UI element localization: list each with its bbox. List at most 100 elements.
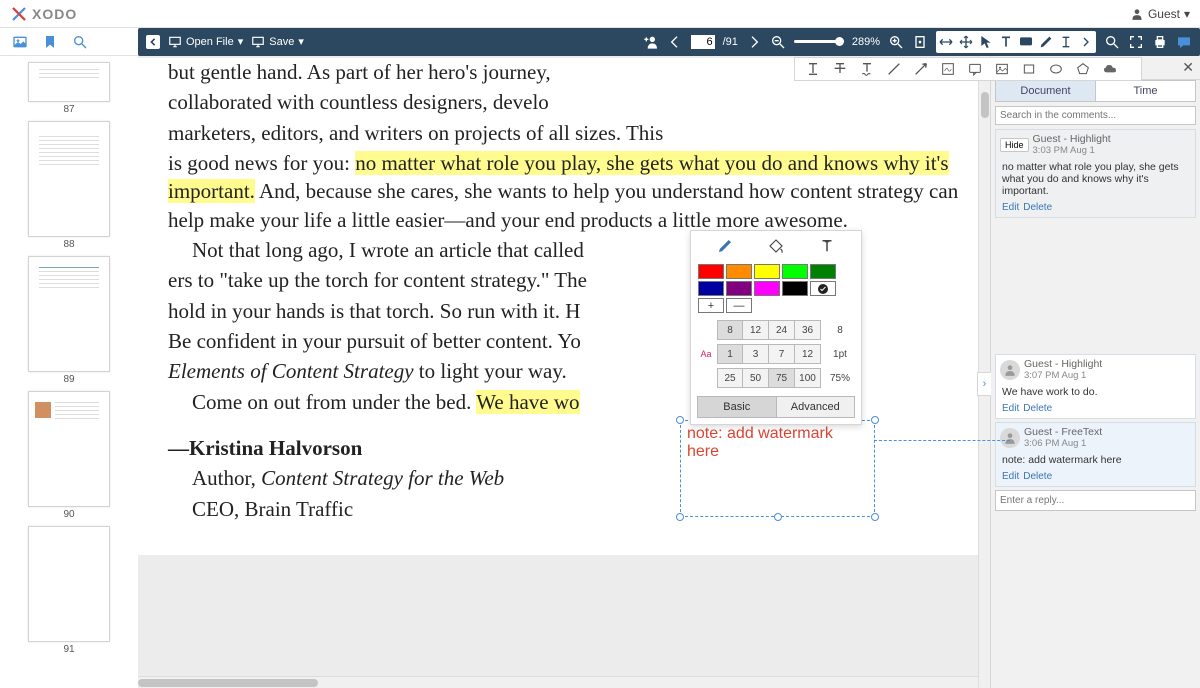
- color-swatch[interactable]: [698, 281, 724, 296]
- size-option[interactable]: 12: [743, 320, 769, 340]
- text-underline-icon[interactable]: [805, 61, 821, 77]
- size-option[interactable]: 3: [743, 344, 769, 364]
- hide-comment-button[interactable]: Hide: [1000, 138, 1029, 152]
- prev-page-icon[interactable]: [667, 34, 683, 50]
- tab-advanced[interactable]: Advanced: [777, 396, 856, 418]
- text-style-icon[interactable]: [818, 237, 836, 255]
- close-icon[interactable]: ✕: [1182, 59, 1194, 76]
- bookmark-icon[interactable]: [42, 34, 58, 50]
- text-cursor-icon[interactable]: [1058, 34, 1074, 50]
- delete-link[interactable]: Delete: [1023, 471, 1052, 482]
- color-swatch[interactable]: [754, 264, 780, 279]
- search-icon[interactable]: [72, 34, 88, 50]
- sort-time-button[interactable]: Time: [1096, 80, 1196, 102]
- zoom-in-icon[interactable]: [888, 34, 904, 50]
- open-file-button[interactable]: Open File▾: [168, 35, 243, 49]
- horizontal-scrollbar[interactable]: [138, 676, 990, 688]
- save-button[interactable]: Save▾: [251, 35, 304, 49]
- next-page-icon[interactable]: [746, 34, 762, 50]
- color-swatch[interactable]: [726, 281, 752, 296]
- fit-width-icon[interactable]: [938, 34, 954, 50]
- color-swatch[interactable]: [698, 264, 724, 279]
- comment-icon[interactable]: [1018, 34, 1034, 50]
- color-swatch[interactable]: [782, 264, 808, 279]
- selected-color-swatch[interactable]: [810, 281, 836, 296]
- fullscreen-icon[interactable]: [1128, 34, 1144, 50]
- chat-icon[interactable]: [1176, 34, 1192, 50]
- document-viewport[interactable]: but gentle hand. As part of her hero's j…: [138, 56, 990, 688]
- size-option[interactable]: 100: [795, 368, 821, 388]
- fill-icon[interactable]: [767, 237, 785, 255]
- delete-link[interactable]: Delete: [1023, 403, 1052, 414]
- thumbnail[interactable]: 89: [28, 256, 110, 385]
- add-color-swatch[interactable]: +: [698, 298, 724, 313]
- pan-icon[interactable]: [958, 34, 974, 50]
- color-swatch[interactable]: [782, 281, 808, 296]
- chevron-down-icon: ▾: [1184, 7, 1190, 21]
- ellipse-icon[interactable]: [1048, 61, 1064, 77]
- thumbnail[interactable]: 87: [28, 62, 110, 115]
- size-option[interactable]: 75: [769, 368, 795, 388]
- search-doc-icon[interactable]: [1104, 34, 1120, 50]
- zoom-out-icon[interactable]: [770, 34, 786, 50]
- image-icon[interactable]: [12, 34, 28, 50]
- page-number-input[interactable]: [691, 35, 715, 49]
- reply-input[interactable]: [995, 490, 1196, 511]
- size-option[interactable]: 12: [795, 344, 821, 364]
- size-option[interactable]: 24: [769, 320, 795, 340]
- line-icon[interactable]: [886, 61, 902, 77]
- size-option[interactable]: 36: [795, 320, 821, 340]
- freetext-annotation[interactable]: note: add watermark here: [680, 420, 875, 517]
- rotate-icon[interactable]: [912, 34, 928, 50]
- edit-link[interactable]: Edit: [1002, 403, 1019, 414]
- tab-basic[interactable]: Basic: [697, 396, 777, 418]
- size-option[interactable]: 25: [717, 368, 743, 388]
- size-option[interactable]: 8: [717, 320, 743, 340]
- thumbnail[interactable]: 91: [28, 526, 110, 655]
- collapse-sidebar-button[interactable]: [146, 35, 160, 49]
- color-swatch[interactable]: [810, 264, 836, 279]
- select-icon[interactable]: [978, 34, 994, 50]
- color-swatch[interactable]: [726, 264, 752, 279]
- user-menu[interactable]: Guest ▾: [1130, 7, 1190, 21]
- size-option[interactable]: 7: [769, 344, 795, 364]
- edit-link[interactable]: Edit: [1002, 471, 1019, 482]
- resize-handle[interactable]: [676, 513, 684, 521]
- size-option[interactable]: 50: [743, 368, 769, 388]
- thumbnail[interactable]: 88: [28, 121, 110, 250]
- highlight-annotation[interactable]: We have wo: [476, 390, 579, 414]
- resize-handle[interactable]: [774, 513, 782, 521]
- text-squiggly-icon[interactable]: [859, 61, 875, 77]
- arrow-icon[interactable]: [913, 61, 929, 77]
- signature-icon[interactable]: [940, 61, 956, 77]
- print-icon[interactable]: [1152, 34, 1168, 50]
- cloud-icon[interactable]: [1102, 61, 1118, 77]
- resize-handle[interactable]: [871, 416, 879, 424]
- comment-item[interactable]: Hide Guest - Highlight3:03 PM Aug 1 no m…: [995, 129, 1196, 218]
- edit-icon[interactable]: [1038, 34, 1054, 50]
- add-user-icon[interactable]: [643, 34, 659, 50]
- polygon-icon[interactable]: [1075, 61, 1091, 77]
- size-option[interactable]: 1: [717, 344, 743, 364]
- image-stamp-icon[interactable]: [994, 61, 1010, 77]
- edit-link[interactable]: Edit: [1002, 202, 1019, 213]
- comment-item[interactable]: Guest - Highlight3:07 PM Aug 1 We have w…: [995, 354, 1196, 419]
- rectangle-icon[interactable]: [1021, 61, 1037, 77]
- note-icon[interactable]: [967, 61, 983, 77]
- pen-icon[interactable]: [716, 237, 734, 255]
- comment-item[interactable]: Guest - FreeText3:06 PM Aug 1 note: add …: [995, 422, 1196, 487]
- thumbnail-sidebar[interactable]: 87 88 89 90 91: [0, 56, 138, 688]
- zoom-slider[interactable]: [794, 40, 844, 43]
- text-tool-icon[interactable]: [998, 34, 1014, 50]
- expand-panel-button[interactable]: ›: [977, 372, 991, 396]
- sort-document-button[interactable]: Document: [995, 80, 1096, 102]
- resize-handle[interactable]: [676, 416, 684, 424]
- delete-link[interactable]: Delete: [1023, 202, 1052, 213]
- no-color-swatch[interactable]: —: [726, 298, 752, 313]
- resize-handle[interactable]: [871, 513, 879, 521]
- more-icon[interactable]: [1078, 34, 1094, 50]
- text-strikeout-icon[interactable]: [832, 61, 848, 77]
- comments-search-input[interactable]: [995, 106, 1196, 125]
- color-swatch[interactable]: [754, 281, 780, 296]
- thumbnail[interactable]: 90: [28, 391, 110, 520]
